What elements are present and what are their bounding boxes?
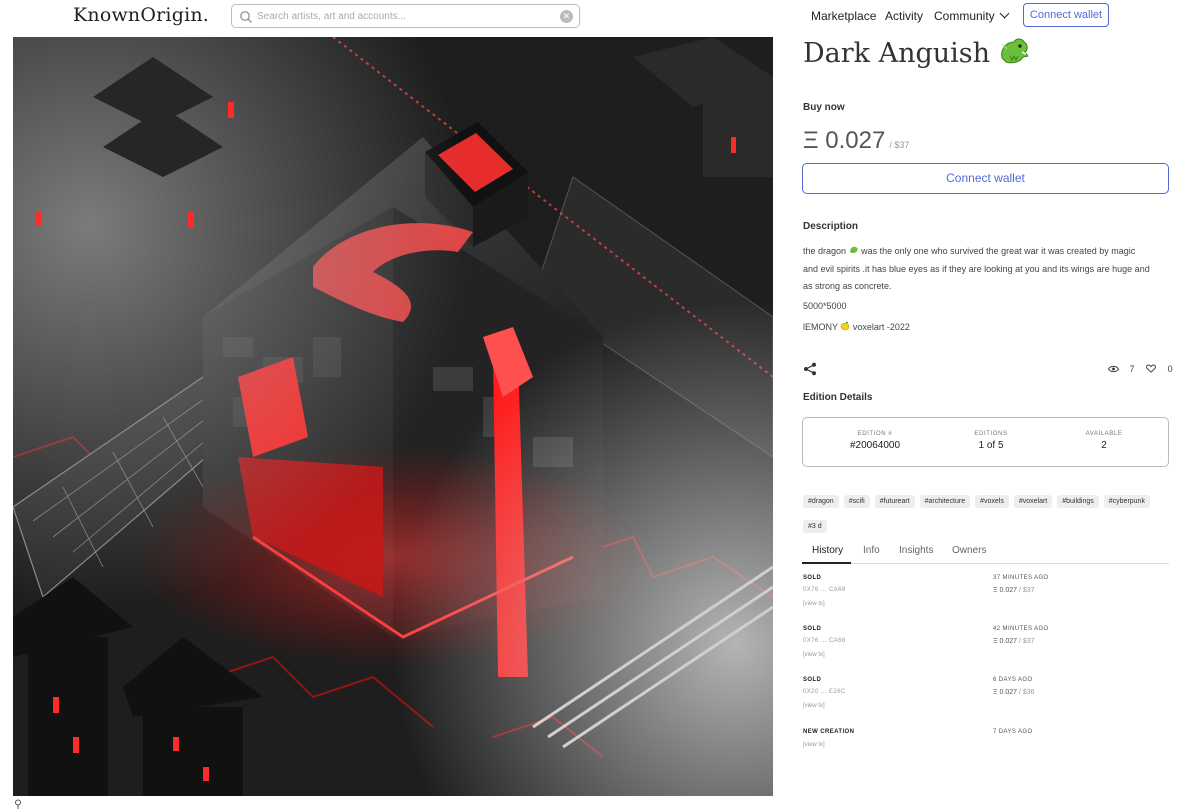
- tag[interactable]: #architecture: [919, 495, 971, 508]
- history-event: SOLD: [803, 626, 822, 632]
- history-price: Ξ 0.027 / $37: [993, 587, 1035, 594]
- nav-activity[interactable]: Activity: [885, 9, 923, 23]
- chevron-down-icon: [999, 8, 1010, 19]
- history-price-usd: / $36: [1018, 689, 1035, 696]
- tag[interactable]: #dragon: [803, 495, 839, 508]
- likes-count: 0: [1167, 363, 1173, 374]
- price-usd: / $37: [889, 140, 910, 150]
- history-address[interactable]: 0X20 ... E26C: [803, 689, 846, 695]
- history-time: 42 MINUTES AGO: [993, 626, 1049, 632]
- tab-info[interactable]: Info: [863, 545, 880, 556]
- active-tab-indicator: [802, 562, 851, 564]
- description-size: 5000*5000: [803, 301, 847, 311]
- edition-details-label: Edition Details: [803, 392, 873, 403]
- view-tx-link[interactable]: [view tx]: [803, 742, 825, 748]
- editions-total: EDITIONS 1 of 5: [936, 431, 1046, 451]
- tag[interactable]: #scifi: [843, 495, 870, 508]
- history-time: 37 MINUTES AGO: [993, 575, 1049, 581]
- user-icon: [15, 799, 21, 809]
- tag[interactable]: #futureart: [874, 495, 915, 508]
- history-time: 6 DAYS AGO: [993, 677, 1033, 683]
- heart-icon[interactable]: [1146, 364, 1156, 374]
- history-address[interactable]: 0X76 ... CA68: [803, 638, 846, 644]
- header-connect-wallet-button[interactable]: Connect wallet: [1023, 3, 1109, 27]
- buy-now-label: Buy now: [803, 102, 845, 113]
- view-tx-link[interactable]: [view tx]: [803, 601, 825, 607]
- signature-text: voxelart -2022: [852, 322, 910, 332]
- view-tx-link[interactable]: [view tx]: [803, 703, 825, 709]
- site-logo[interactable]: KnownOrigin.: [73, 4, 209, 26]
- price-eth: Ξ 0.027: [803, 127, 886, 154]
- history-event: SOLD: [803, 677, 822, 683]
- search-input[interactable]: [257, 7, 557, 25]
- description-line-1a: the dragon: [803, 246, 847, 256]
- editions-key: EDITIONS: [974, 431, 1008, 437]
- history-price-eth: Ξ 0.027: [993, 689, 1018, 696]
- history-price: Ξ 0.027 / $37: [993, 638, 1035, 645]
- history-time: 7 DAYS AGO: [993, 729, 1033, 735]
- search-icon: [240, 11, 253, 24]
- artwork-title: Dark Anguish: [803, 36, 1030, 69]
- tag[interactable]: #cyberpunk: [1103, 495, 1150, 508]
- history-address[interactable]: 0X76 ... CA68: [803, 587, 846, 593]
- artwork-title-text: Dark Anguish: [803, 38, 991, 69]
- description-line-3: as strong as concrete.: [803, 281, 892, 291]
- dragon-emoji-icon: [1001, 38, 1029, 64]
- available-value: 2: [1101, 440, 1107, 451]
- nav-marketplace[interactable]: Marketplace: [811, 9, 876, 23]
- tag[interactable]: #voxelart: [1013, 495, 1053, 508]
- edition-number: EDITION # #20064000: [820, 431, 930, 451]
- signature-name: lEMONY: [803, 322, 838, 332]
- edition-number-key: EDITION #: [857, 431, 893, 437]
- nav-community[interactable]: Community: [934, 8, 1010, 23]
- share-icon[interactable]: [803, 362, 817, 376]
- artwork-image[interactable]: [13, 37, 773, 796]
- description-line-2: and evil spirits .it has blue eyes as if…: [803, 263, 1150, 274]
- view-tx-link[interactable]: [view tx]: [803, 652, 825, 658]
- tag[interactable]: #voxels: [975, 495, 1009, 508]
- lemon-emoji-icon: [841, 321, 850, 331]
- search-box[interactable]: ✕: [231, 4, 580, 28]
- edition-details-box: EDITION # #20064000 EDITIONS 1 of 5 AVAI…: [802, 417, 1169, 467]
- history-tabs: History Info Insights Owners: [802, 540, 1169, 564]
- description-line-1: the dragon was the only one who survived…: [803, 243, 1173, 261]
- tag[interactable]: #buildings: [1057, 495, 1099, 508]
- history-price: Ξ 0.027 / $36: [993, 689, 1035, 696]
- dragon-emoji-icon: [849, 246, 858, 254]
- tab-history[interactable]: History: [812, 545, 843, 556]
- description-label: Description: [803, 221, 859, 232]
- history-price-usd: / $37: [1018, 587, 1035, 594]
- editions-available: AVAILABLE 2: [1049, 431, 1159, 451]
- description-text: the dragon was the only one who survived…: [803, 243, 1173, 296]
- edition-number-value: #20064000: [849, 440, 901, 451]
- history-price-eth: Ξ 0.027: [993, 587, 1018, 594]
- description-signature: lEMONY voxelart -2022: [803, 319, 1173, 337]
- tag[interactable]: #3 d: [803, 520, 827, 533]
- clear-search-icon[interactable]: ✕: [560, 10, 573, 23]
- history-event: NEW CREATION: [803, 729, 855, 735]
- tag-list: #dragon #scifi #futureart #architecture #vox…: [803, 490, 1173, 540]
- nav-community-label: Community: [934, 9, 995, 23]
- available-key: AVAILABLE: [1085, 431, 1123, 437]
- top-bar: KnownOrigin. ✕ Marketplace Activity Comm…: [0, 0, 1200, 34]
- history-price-eth: Ξ 0.027: [993, 638, 1018, 645]
- artwork-illustration: [13, 37, 773, 796]
- description-line-1b: was the only one who survived the great …: [861, 246, 1136, 256]
- tab-insights[interactable]: Insights: [899, 545, 933, 556]
- artwork-stats: 7 0: [1107, 363, 1173, 374]
- tab-owners[interactable]: Owners: [952, 545, 986, 556]
- history-event: SOLD: [803, 575, 822, 581]
- connect-wallet-button[interactable]: Connect wallet: [802, 163, 1169, 194]
- views-count: 7: [1129, 363, 1135, 374]
- editions-value: 1 of 5: [978, 440, 1004, 451]
- eye-icon: [1107, 365, 1120, 372]
- history-price-usd: / $37: [1018, 638, 1035, 645]
- price: Ξ 0.027/ $37: [803, 127, 909, 155]
